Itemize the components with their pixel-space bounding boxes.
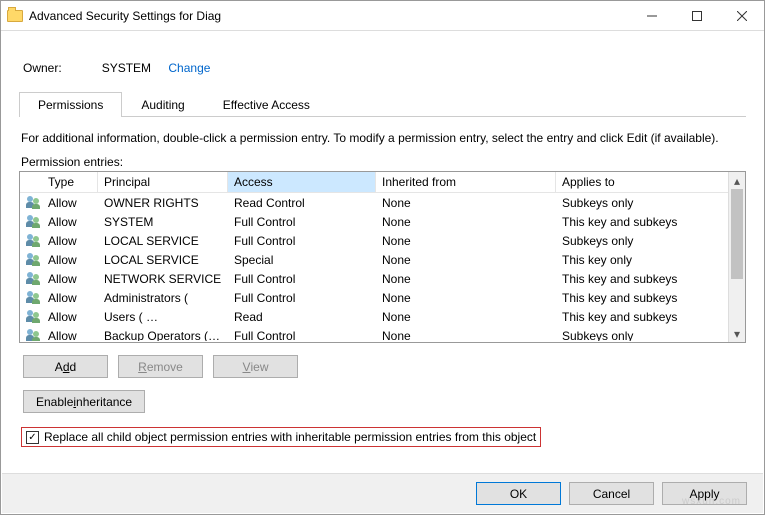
principal-icon <box>26 215 42 229</box>
col-applies[interactable]: Applies to <box>556 172 745 192</box>
table-body: AllowOWNER RIGHTSRead ControlNoneSubkeys… <box>20 193 745 341</box>
cell-inherited: None <box>376 309 556 325</box>
principal-icon <box>26 291 42 305</box>
owner-label: Owner: <box>23 61 62 75</box>
cell-principal: SYSTEM <box>98 214 228 230</box>
cell-type: Allow <box>42 328 98 342</box>
scroll-up-icon[interactable]: ▴ <box>729 172 745 189</box>
cell-access: Full Control <box>228 271 376 287</box>
col-inherited[interactable]: Inherited from <box>376 172 556 192</box>
cell-principal: Backup Operators (… <box>98 328 228 342</box>
cell-inherited: None <box>376 252 556 268</box>
cell-inherited: None <box>376 233 556 249</box>
principal-icon <box>26 196 42 210</box>
add-button[interactable]: Add <box>23 355 108 378</box>
cell-applies: Subkeys only <box>556 328 745 342</box>
owner-value: SYSTEM Change <box>102 61 211 75</box>
cell-type: Allow <box>42 271 98 287</box>
cell-applies: Subkeys only <box>556 233 745 249</box>
cell-applies: This key and subkeys <box>556 271 745 287</box>
col-principal[interactable]: Principal <box>98 172 228 192</box>
cell-type: Allow <box>42 290 98 306</box>
table-row[interactable]: AllowAdministrators (Full ControlNoneThi… <box>20 288 745 307</box>
cell-applies: This key and subkeys <box>556 214 745 230</box>
cell-type: Allow <box>42 252 98 268</box>
change-owner-link[interactable]: Change <box>168 61 210 75</box>
owner-row: Owner: SYSTEM Change <box>23 61 746 75</box>
cell-type: Allow <box>42 233 98 249</box>
table-row[interactable]: AllowLOCAL SERVICESpecialNoneThis key on… <box>20 250 745 269</box>
table-header: Type Principal Access Inherited from App… <box>20 172 745 193</box>
cell-type: Allow <box>42 309 98 325</box>
cell-access: Read <box>228 309 376 325</box>
col-access[interactable]: Access <box>228 172 376 192</box>
tab-permissions[interactable]: Permissions <box>19 92 122 117</box>
cell-inherited: None <box>376 195 556 211</box>
cell-principal: LOCAL SERVICE <box>98 233 228 249</box>
scroll-down-icon[interactable]: ▾ <box>729 325 745 342</box>
cell-type: Allow <box>42 195 98 211</box>
principal-icon <box>26 329 42 342</box>
watermark: wsxun.com <box>682 496 741 507</box>
cell-inherited: None <box>376 290 556 306</box>
close-button[interactable] <box>719 2 764 30</box>
principal-icon <box>26 310 42 324</box>
cell-applies: Subkeys only <box>556 195 745 211</box>
cell-inherited: None <box>376 328 556 342</box>
table-row[interactable]: AllowSYSTEMFull ControlNoneThis key and … <box>20 212 745 231</box>
cell-inherited: None <box>376 214 556 230</box>
col-icon[interactable] <box>20 172 42 192</box>
ok-button[interactable]: OK <box>476 482 561 505</box>
replace-children-label: Replace all child object permission entr… <box>44 430 536 444</box>
table-row[interactable]: AllowBackup Operators (…Full ControlNone… <box>20 326 745 341</box>
cell-applies: This key and subkeys <box>556 290 745 306</box>
cell-principal: NETWORK SERVICE <box>98 271 228 287</box>
title-bar: Advanced Security Settings for Diag <box>1 1 764 31</box>
dialog-footer: OK Cancel Apply <box>2 473 763 513</box>
inheritance-row: Enable inheritance <box>23 390 742 413</box>
tab-auditing[interactable]: Auditing <box>122 92 203 117</box>
window-title: Advanced Security Settings for Diag <box>29 9 629 23</box>
minimize-button[interactable] <box>629 2 674 30</box>
cell-principal: Administrators ( <box>98 290 228 306</box>
cell-applies: This key and subkeys <box>556 309 745 325</box>
cell-principal: OWNER RIGHTS <box>98 195 228 211</box>
cell-applies: This key only <box>556 252 745 268</box>
action-button-row: Add Remove View <box>23 355 742 378</box>
replace-children-checkbox-row[interactable]: ✓ Replace all child object permission en… <box>21 427 541 447</box>
cell-principal: LOCAL SERVICE <box>98 252 228 268</box>
col-type[interactable]: Type <box>42 172 98 192</box>
cell-access: Full Control <box>228 290 376 306</box>
permission-table: Type Principal Access Inherited from App… <box>19 171 746 343</box>
enable-inheritance-button[interactable]: Enable inheritance <box>23 390 145 413</box>
table-row[interactable]: AllowLOCAL SERVICEFull ControlNoneSubkey… <box>20 231 745 250</box>
checkbox-icon[interactable]: ✓ <box>26 431 39 444</box>
info-text: For additional information, double-click… <box>21 131 744 145</box>
table-row[interactable]: AllowOWNER RIGHTSRead ControlNoneSubkeys… <box>20 193 745 212</box>
entries-label: Permission entries: <box>21 155 746 169</box>
principal-icon <box>26 234 42 248</box>
principal-icon <box>26 272 42 286</box>
cancel-button[interactable]: Cancel <box>569 482 654 505</box>
maximize-button[interactable] <box>674 2 719 30</box>
cell-access: Read Control <box>228 195 376 211</box>
cell-access: Full Control <box>228 214 376 230</box>
content-area: Owner: SYSTEM Change Permissions Auditin… <box>1 31 764 453</box>
cell-access: Full Control <box>228 233 376 249</box>
tabs: Permissions Auditing Effective Access <box>19 91 746 117</box>
principal-icon <box>26 253 42 267</box>
view-button[interactable]: View <box>213 355 298 378</box>
cell-access: Full Control <box>228 328 376 342</box>
tab-effective-access[interactable]: Effective Access <box>204 92 329 117</box>
remove-button[interactable]: Remove <box>118 355 203 378</box>
table-row[interactable]: AllowUsers ( …ReadNoneThis key and subke… <box>20 307 745 326</box>
scroll-thumb[interactable] <box>731 189 743 279</box>
folder-icon <box>7 10 23 22</box>
table-row[interactable]: AllowNETWORK SERVICEFull ControlNoneThis… <box>20 269 745 288</box>
cell-access: Special <box>228 252 376 268</box>
cell-type: Allow <box>42 214 98 230</box>
cell-inherited: None <box>376 271 556 287</box>
cell-principal: Users ( … <box>98 309 228 325</box>
vertical-scrollbar[interactable]: ▴ ▾ <box>728 172 745 342</box>
